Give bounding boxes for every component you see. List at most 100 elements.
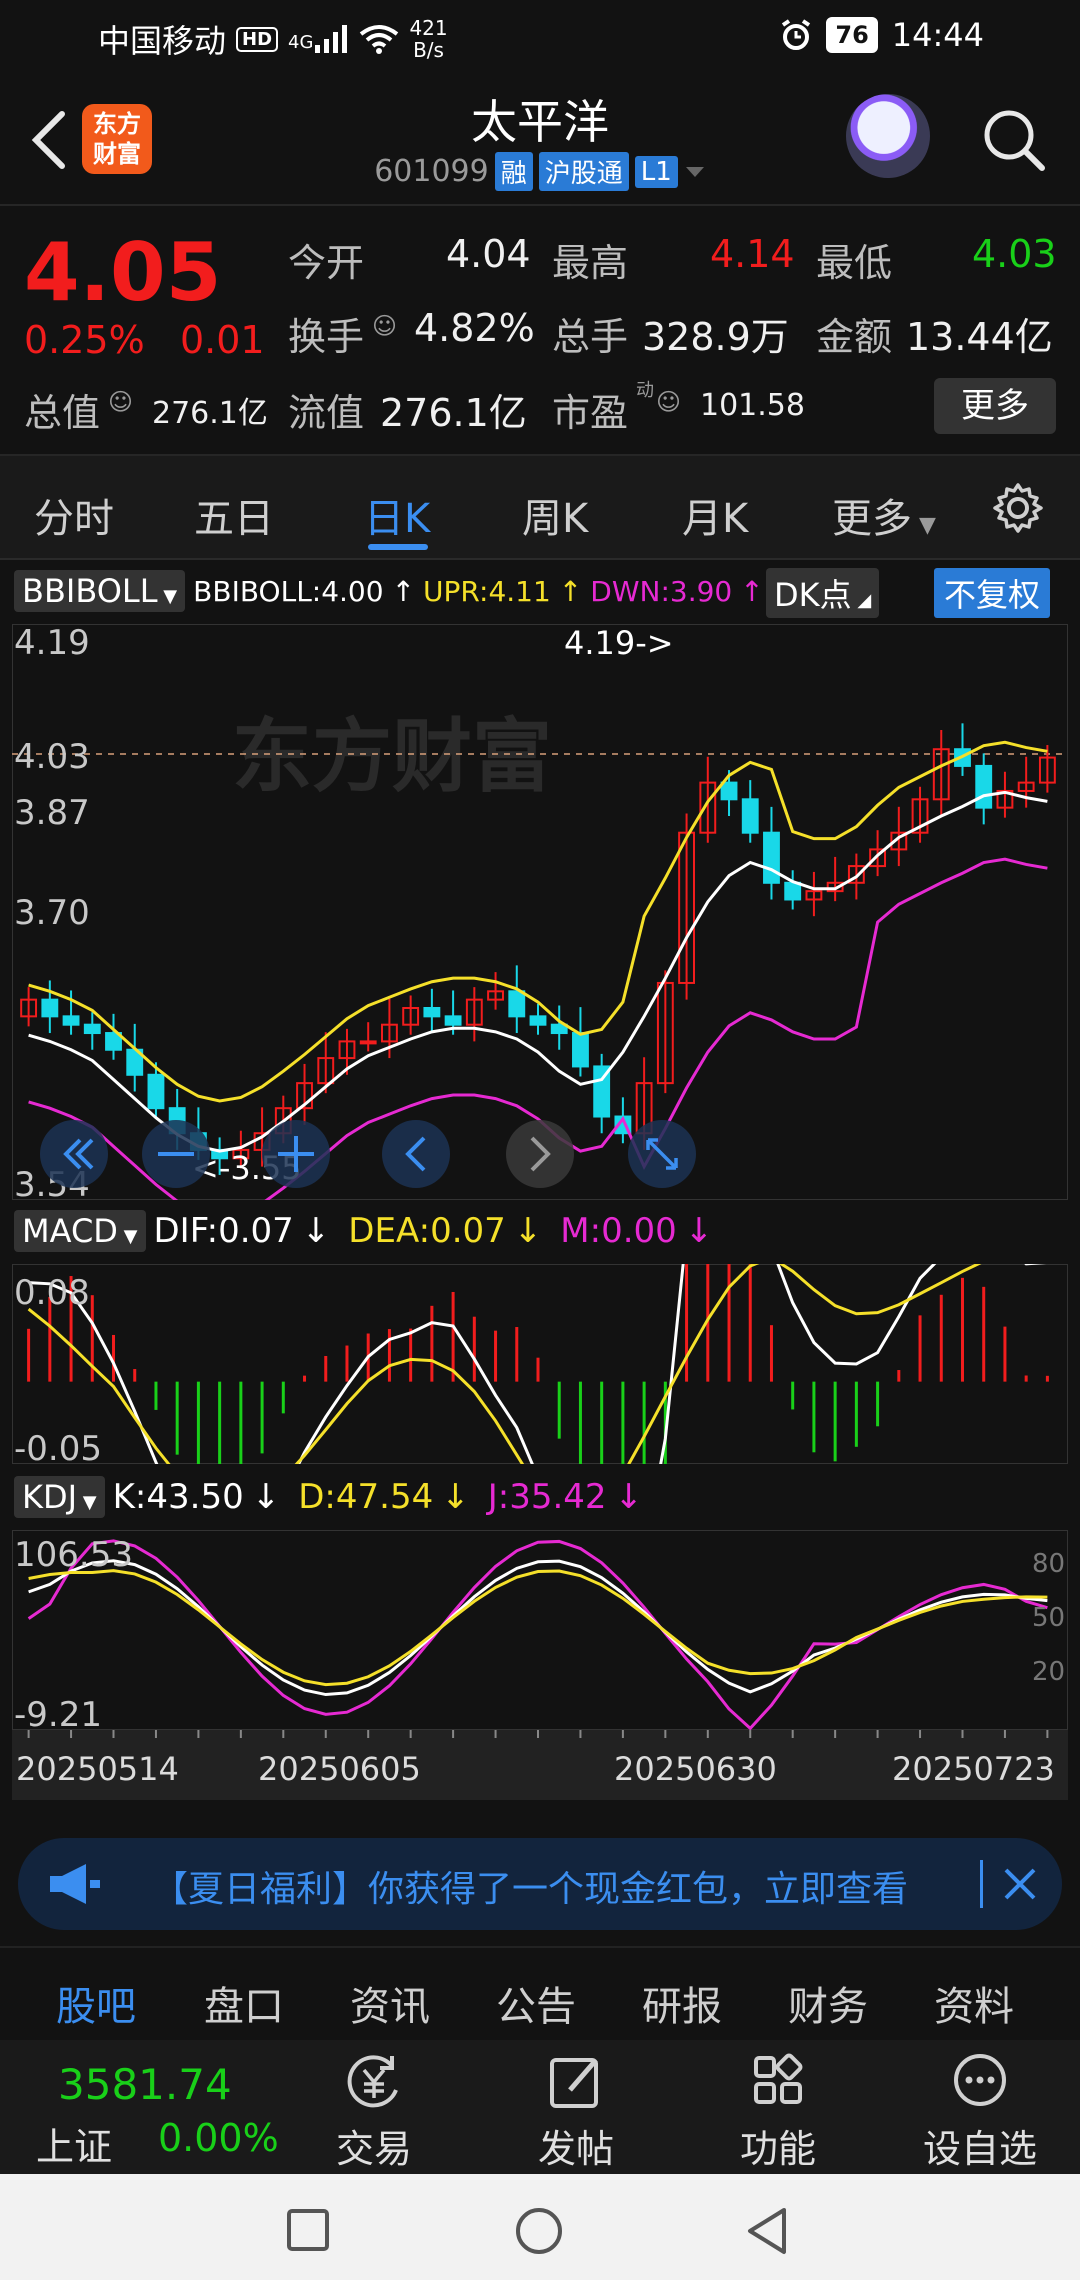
tab-weekly-k[interactable]: 周K: [522, 486, 588, 544]
add-watchlist-button[interactable]: 设自选: [920, 2052, 1040, 2173]
kdj-right-label: 20: [1032, 1657, 1065, 1687]
post-button[interactable]: 发帖: [516, 2052, 636, 2173]
macd-bar: [600, 1381, 604, 1464]
functions-button[interactable]: 功能: [718, 2052, 838, 2173]
macd-bar: [833, 1381, 837, 1462]
tab-orderbook[interactable]: 盘口: [204, 1974, 284, 2032]
macd-bar: [557, 1381, 561, 1439]
tab-five-day[interactable]: 五日: [194, 486, 274, 544]
kdj-chart[interactable]: 106.53 -9.21 80 50 20 20250514 20250605 …: [12, 1530, 1068, 1800]
macd-bar: [960, 1277, 964, 1382]
candle-body: [423, 1007, 441, 1018]
tab-forum[interactable]: 股吧: [56, 1974, 136, 2032]
close-icon[interactable]: [1002, 1866, 1038, 1902]
kdj-select[interactable]: KDJ ▼: [14, 1476, 105, 1518]
tab-monthly-k[interactable]: 月K: [682, 486, 748, 544]
tab-intraday[interactable]: 分时: [34, 486, 114, 544]
open-value: 4.04: [446, 232, 531, 276]
macd-chart[interactable]: 0.08 -0.05: [12, 1264, 1068, 1464]
macd-bar: [345, 1345, 349, 1382]
carrier-name: 中国移动: [98, 22, 227, 60]
macd-bar: [769, 1325, 773, 1382]
net-speed: 421 B/s: [409, 16, 448, 62]
search-icon[interactable]: [980, 106, 1046, 172]
macd-bar: [260, 1381, 264, 1454]
recents-square-icon[interactable]: [286, 2208, 330, 2252]
macd-bar: [472, 1316, 476, 1382]
promo-banner[interactable]: 【夏日福利】你获得了一个现金红包，立即查看: [18, 1838, 1062, 1930]
quote-panel: 4.05 0.25% 0.01 今开 4.04 最高 4.14 最低 4.03 …: [0, 206, 1080, 456]
kline-chart-area[interactable]: BBIBOLL ▼ BBIBOLL:4.00 ↑ UPR:4.11 ↑ DWN:3.…: [0, 560, 1080, 1820]
tab-daily-k[interactable]: 日K: [364, 486, 430, 544]
change-percent: 0.25%: [24, 318, 145, 362]
zoom-minus-icon[interactable]: [142, 1120, 210, 1188]
kline-main-chart[interactable]: 东方财富 4.19 4.03 3.87 3.70 3.54 4.19-> <-3…: [12, 624, 1068, 1200]
macd-bar: [536, 1357, 540, 1382]
active-tab-indicator: [368, 544, 428, 550]
candle-body: [41, 998, 59, 1018]
more-dots-icon: [954, 2054, 1006, 2106]
main-indicator-select[interactable]: BBIBOLL ▼: [14, 570, 186, 612]
zoom-out-icon[interactable]: [40, 1120, 108, 1188]
info-icon[interactable]: ☺: [108, 388, 133, 416]
macd-bar: [982, 1286, 986, 1382]
tab-profile[interactable]: 资料: [934, 1974, 1014, 2032]
pe-value: 101.58: [700, 388, 805, 423]
info-icon[interactable]: ☺: [656, 388, 681, 416]
float-value: 276.1亿: [380, 391, 527, 435]
tab-announcements[interactable]: 公告: [496, 1974, 576, 2032]
bbiboll-line: [28, 790, 1048, 1153]
megaphone-icon: [50, 1864, 100, 1904]
y-label: 3.87: [14, 793, 90, 833]
status-bar: 中国移动 HD 4G 421 B/s 76 14:44: [0, 0, 1080, 72]
candle-body: [975, 764, 993, 809]
trade-button[interactable]: 交易: [314, 2052, 434, 2173]
change-amount: 0.01: [180, 318, 265, 362]
d-value: D:47.54: [298, 1477, 434, 1517]
macd-bar: [1045, 1375, 1049, 1382]
dk-point-button[interactable]: DK点 ◢: [766, 568, 880, 618]
adjust-button[interactable]: 不复权: [934, 568, 1051, 618]
tab-research[interactable]: 研报: [642, 1974, 722, 2032]
tab-financials[interactable]: 财务: [788, 1974, 868, 2032]
fullscreen-icon[interactable]: [628, 1120, 696, 1188]
clock: 14:44: [891, 16, 984, 54]
macd-select[interactable]: MACD ▼: [14, 1210, 146, 1252]
tab-more[interactable]: 更多 ▼: [832, 486, 936, 544]
yen-circle-icon: [347, 2055, 398, 2108]
y-label: 4.03: [14, 737, 90, 777]
info-icon[interactable]: ☺: [372, 312, 397, 340]
index-value[interactable]: 3581.74: [58, 2060, 232, 2109]
hd-icon: HD: [236, 26, 279, 52]
scroll-left-icon[interactable]: [382, 1120, 450, 1188]
macd-bar: [939, 1294, 943, 1382]
volume-label: 总手: [552, 315, 629, 359]
candle-body: [741, 798, 759, 834]
macd-bar: [133, 1369, 137, 1382]
high-label: 最高: [552, 241, 629, 285]
zoom-plus-icon[interactable]: [262, 1120, 330, 1188]
date-label: 20250514: [16, 1750, 179, 1788]
index-name[interactable]: 上证: [36, 2116, 112, 2171]
signal-icon: 4G: [288, 25, 349, 53]
macd-bar: [748, 1264, 752, 1382]
connect-tag: 沪股通: [538, 152, 629, 191]
more-button[interactable]: 更多: [934, 378, 1056, 434]
gear-icon[interactable]: [992, 482, 1044, 534]
mcap-value: 276.1亿: [152, 396, 268, 431]
float-label: 流值: [288, 391, 365, 435]
home-circle-icon[interactable]: [514, 2206, 564, 2256]
assistant-robot-icon[interactable]: [846, 94, 930, 178]
candle-body: [784, 881, 802, 901]
macd-bar: [409, 1328, 413, 1382]
tab-news[interactable]: 资讯: [350, 1974, 430, 2032]
scroll-right-icon[interactable]: [506, 1120, 574, 1188]
date-label: 20250605: [258, 1750, 421, 1788]
back-triangle-icon[interactable]: [744, 2206, 790, 2256]
macd-indicator-row: MACD ▼ DIF:0.07 ↓ DEA:0.07 ↓ M:0.00 ↓: [14, 1210, 713, 1252]
pe-sup: 动: [636, 380, 654, 401]
high-marker: 4.19->: [564, 624, 674, 662]
macd-bar: [727, 1264, 731, 1382]
index-percent[interactable]: 0.00%: [158, 2116, 279, 2160]
low-value: 4.03: [972, 232, 1057, 276]
